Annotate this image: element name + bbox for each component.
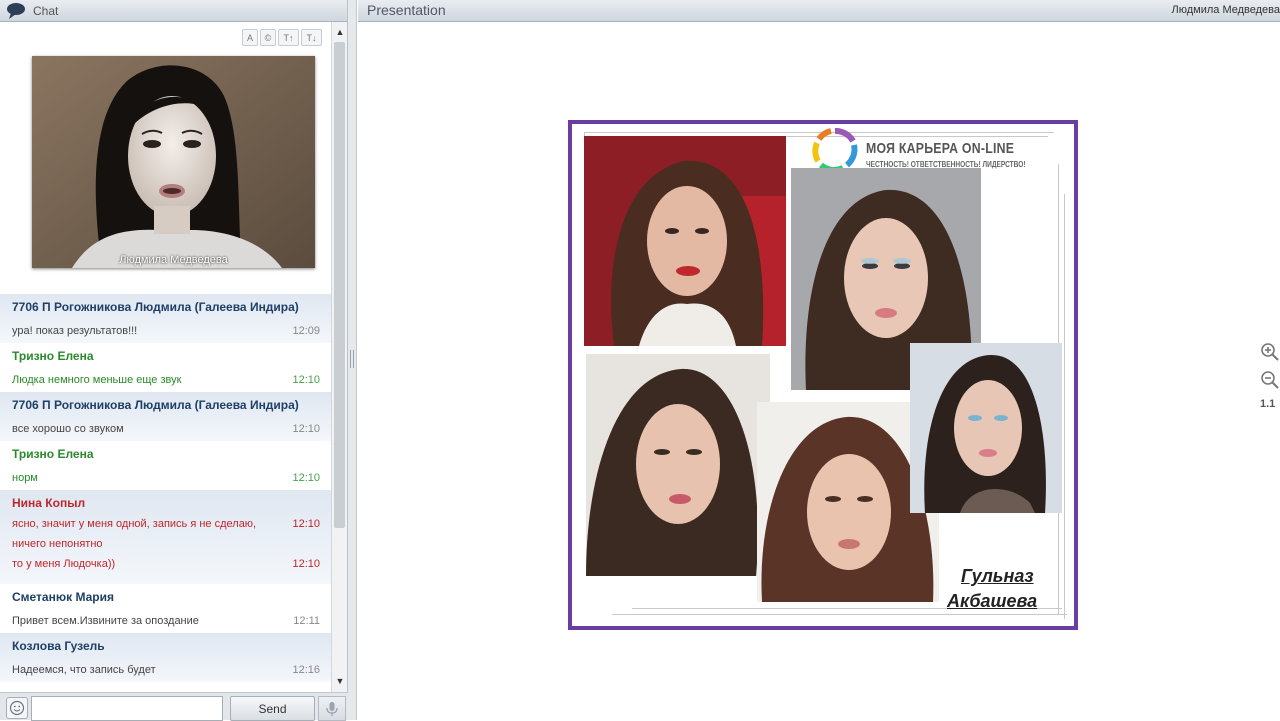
chat-title: Chat [33,4,58,18]
message-text: Людка немного меньше еще звук [12,374,181,386]
message-author: Нина Копыл [12,490,320,514]
chat-message: Нина Копыл ясно, значит у меня одной, зап… [0,490,331,584]
message-timestamp: 12:09 [292,325,320,337]
portrait-photo [584,136,786,346]
chat-toolbar: A © T↑ T↓ [242,29,322,46]
zoom-in-icon[interactable] [1260,342,1280,362]
presenter-name: Людмила Медведева [1172,4,1280,16]
chat-panel: Chat A © T↑ T↓ [0,0,348,720]
chat-bubble-icon [6,2,26,20]
chat-message-list: 7706 П Рогожникова Людмила (Галеева Инди… [0,294,331,682]
message-author: Тризно Елена [12,441,320,465]
emoji-button[interactable] [6,697,28,719]
webcam-participant-name: Людмила Медведева [32,254,315,266]
font-decrease-button[interactable]: T↓ [301,29,322,46]
scroll-up-arrow[interactable]: ▲ [334,25,346,39]
caption-last-name: Акбашева [947,591,1037,612]
scroll-thumb[interactable] [334,42,345,528]
presentation-slide: МОЯ КАРЬЕРА ON-LINE ЧЕСТНОСТЬ! ОТВЕТСТВЕ… [568,120,1078,630]
message-line: ничего непонятно [12,534,320,554]
message-timestamp: 12:10 [292,472,320,484]
webcam-frame-image [32,56,315,268]
chat-message: 7706 П Рогожникова Людмила (Галеева Инди… [0,294,331,343]
chat-message: Козлова ГузельНадеемся, что запись будет… [0,633,331,682]
message-line: ура! показ результатов!!! 12:09 [12,318,320,343]
message-text: то у меня Людочка)) [12,558,115,570]
presentation-title: Presentation [367,2,446,18]
message-author: Сметанюк Мария [12,584,320,608]
brand-logo-icon [809,127,861,173]
message-spacer [12,574,320,584]
message-line: все хорошо со звуком 12:10 [12,416,320,441]
message-input[interactable] [31,696,223,721]
message-line: Людка немного меньше еще звук 12:10 [12,367,320,392]
chat-message: Тризно Елена норм 12:10 [0,441,331,490]
message-text: Привет всем.Извините за опоздание [12,615,199,627]
message-text: ура! показ результатов!!! [12,325,137,337]
message-line: то у меня Людочка)) 12:10 [12,554,320,574]
message-line: норм 12:10 [12,465,320,490]
frame-line [612,614,1067,615]
microphone-button[interactable] [318,696,346,721]
presentation-header: Presentation Людмила Медведева [358,0,1280,22]
chat-header: Chat [0,0,347,22]
zoom-level: 1.1 [1260,398,1280,410]
message-timestamp: 12:10 [292,423,320,435]
message-author: Козлова Гузель [12,633,320,657]
chat-scrollbar[interactable]: ▲ ▼ [331,22,347,692]
divider-grip[interactable] [350,350,354,368]
message-timestamp: 12:10 [292,374,320,386]
panel-divider[interactable] [348,0,357,720]
message-line: Надеемся, что запись будет 12:16 [12,657,320,682]
message-text: норм [12,472,38,484]
message-timestamp: 12:10 [292,558,320,570]
webcam-video: Людмила Медведева [32,56,315,268]
font-style-button[interactable]: A [242,29,258,46]
brand-name: МОЯ КАРЬЕРА ON-LINE [866,140,1014,157]
chat-message: Сметанюк МарияПривет всем.Извините за оп… [0,584,331,633]
caption-first-name: Гульназ [961,566,1034,587]
portrait-photo [910,343,1062,513]
message-author: 7706 П Рогожникова Людмила (Галеева Инди… [12,392,320,416]
message-timestamp: 12:10 [292,518,320,530]
message-author: Тризно Елена [12,343,320,367]
emoji-icon [9,700,25,716]
copyright-button[interactable]: © [260,29,276,46]
zoom-controls: 1.1 [1260,342,1280,410]
microphone-icon [325,701,339,717]
message-timestamp: 12:16 [292,664,320,676]
message-line: Привет всем.Извините за опоздание 12:11 [12,608,320,633]
portrait-photo [586,354,770,576]
chat-message: Тризно ЕленаЛюдка немного меньше еще зву… [0,343,331,392]
chat-input-bar: Send [0,692,348,720]
chat-message: 7706 П Рогожникова Людмила (Галеева Инди… [0,392,331,441]
message-text: Надеемся, что запись будет [12,664,156,676]
message-line: ясно, значит у меня одной, запись я не с… [12,514,320,534]
message-text: ничего непонятно [12,538,103,550]
message-timestamp: 12:11 [293,615,320,627]
message-author: 7706 П Рогожникова Людмила (Галеева Инди… [12,294,320,318]
font-increase-button[interactable]: T↑ [278,29,299,46]
frame-line [1064,194,1065,619]
message-text: все хорошо со звуком [12,423,124,435]
send-button[interactable]: Send [230,696,315,721]
message-text: ясно, значит у меня одной, запись я не с… [12,518,256,530]
scroll-down-arrow[interactable]: ▼ [334,674,346,688]
zoom-out-icon[interactable] [1260,370,1280,390]
